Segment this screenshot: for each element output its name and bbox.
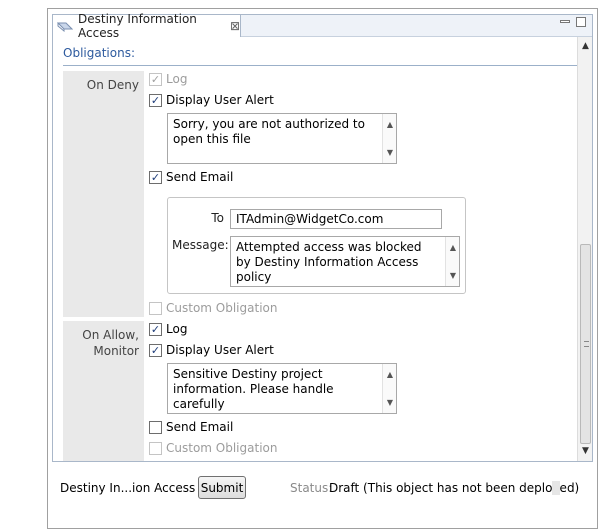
scrollbar-thumb[interactable] (580, 244, 591, 444)
editor-vertical-scrollbar[interactable]: ▲ ▼ (577, 37, 592, 461)
on-allow-custom-obligation-checkbox[interactable]: Custom Obligation (149, 441, 277, 455)
on-deny-label-column: On Deny (63, 71, 144, 317)
on-allow-alert-text: Sensitive Destiny project information. P… (173, 367, 334, 411)
textarea-scrollbar[interactable]: ▲ ▼ (382, 364, 396, 413)
on-deny-log-checkbox[interactable]: ✓ Log (149, 72, 187, 86)
status-value: Draft (This object has not been deployed… (329, 481, 580, 495)
on-allow-custom-obligation-label: Custom Obligation (166, 441, 278, 455)
scroll-down-arrow-icon[interactable]: ▼ (578, 444, 593, 459)
on-allow-label-line1: On Allow, (82, 328, 139, 342)
on-allow-send-email-checkbox[interactable]: Send Email (149, 420, 233, 434)
checkbox-checked-icon: ✓ (149, 93, 162, 107)
scroll-down-arrow-icon[interactable]: ▼ (383, 145, 397, 160)
email-settings-group: To ITAdmin@WidgetCo.com Message: Attempt… (167, 197, 466, 294)
editor-tab-bar: Destiny Information Access ⊠ (53, 12, 592, 40)
on-deny-alert-textarea[interactable]: Sorry, you are not authorized to open th… (167, 113, 397, 164)
minimize-icon[interactable] (560, 20, 570, 23)
checkbox-checked-icon: ✓ (149, 170, 162, 184)
close-icon[interactable]: ⊠ (230, 19, 240, 33)
textarea-scrollbar[interactable]: ▲ ▼ (382, 114, 396, 163)
checkbox-unchecked-icon (149, 441, 162, 455)
on-allow-display-alert-label: Display User Alert (166, 343, 274, 357)
grip-icon (584, 341, 589, 347)
on-allow-label-line2: Monitor (93, 344, 139, 358)
submit-button[interactable]: Submit (198, 476, 246, 499)
maximize-icon[interactable] (576, 17, 586, 27)
on-deny-alert-text: Sorry, you are not authorized to open th… (173, 117, 365, 146)
scroll-up-arrow-icon[interactable]: ▲ (446, 240, 460, 255)
checkbox-unchecked-icon (149, 301, 162, 315)
on-deny-log-label: Log (166, 72, 188, 86)
on-deny-label: On Deny (86, 78, 139, 92)
scroll-down-arrow-icon[interactable]: ▼ (446, 268, 460, 283)
scroll-up-arrow-icon[interactable]: ▲ (383, 117, 397, 132)
editor-tab-title: Destiny Information Access (78, 12, 197, 40)
on-deny-custom-obligation-label: Custom Obligation (166, 301, 278, 315)
on-deny-send-email-label: Send Email (166, 170, 234, 184)
on-deny-custom-obligation-checkbox[interactable]: Custom Obligation (149, 301, 277, 315)
email-to-input[interactable]: ITAdmin@WidgetCo.com (230, 209, 442, 229)
checkbox-checked-icon: ✓ (149, 322, 162, 336)
on-deny-display-alert-checkbox[interactable]: ✓ Display User Alert (149, 93, 274, 107)
scroll-up-arrow-icon[interactable]: ▲ (383, 367, 397, 382)
scroll-up-arrow-icon[interactable]: ▲ (578, 39, 593, 54)
email-message-text: Attempted access was blocked by Destiny … (236, 240, 422, 284)
status-label: Status: (290, 481, 333, 495)
on-allow-label-column: On Allow, Monitor (63, 321, 144, 461)
section-divider (63, 65, 577, 66)
object-name: Destiny In...ion Access (60, 481, 196, 495)
obligations-scroll-area: Obligations: On Deny ✓ Log ✓ Display Use… (53, 37, 577, 461)
checkbox-checked-icon: ✓ (149, 343, 162, 357)
policy-icon (57, 20, 73, 32)
editor-panel: Destiny Information Access ⊠ Obligations… (52, 12, 593, 462)
status-bar: Destiny In...ion Access Submit Status: D… (52, 466, 593, 510)
email-message-textarea[interactable]: Attempted access was blocked by Destiny … (230, 236, 460, 287)
obligations-title: Obligations: (63, 46, 135, 60)
on-allow-log-label: Log (166, 322, 188, 336)
status-indicator (552, 481, 560, 495)
checkbox-unchecked-icon (149, 420, 162, 434)
on-allow-send-email-label: Send Email (166, 420, 234, 434)
editor-tab[interactable]: Destiny Information Access ⊠ (53, 12, 241, 40)
on-deny-display-alert-label: Display User Alert (166, 93, 274, 107)
email-message-label: Message: (172, 238, 229, 252)
on-allow-alert-textarea[interactable]: Sensitive Destiny project information. P… (167, 363, 397, 414)
checkbox-checked-icon: ✓ (149, 72, 162, 86)
on-deny-send-email-checkbox[interactable]: ✓ Send Email (149, 170, 233, 184)
on-allow-display-alert-checkbox[interactable]: ✓ Display User Alert (149, 343, 274, 357)
textarea-scrollbar[interactable]: ▲ ▼ (445, 237, 459, 286)
on-allow-log-checkbox[interactable]: ✓ Log (149, 322, 187, 336)
email-to-label: To (211, 211, 224, 225)
scroll-down-arrow-icon[interactable]: ▼ (383, 395, 397, 410)
